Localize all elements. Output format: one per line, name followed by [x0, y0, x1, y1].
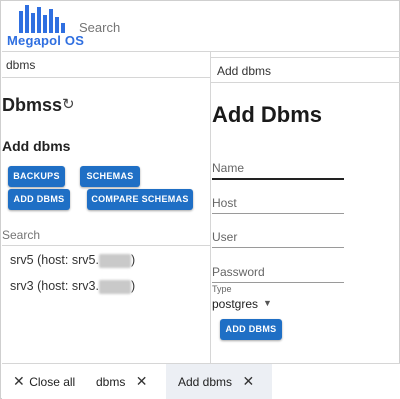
- bottom-tab-add-dbms[interactable]: Add dbms ✕: [178, 373, 254, 391]
- server-host: (host: srv5.: [37, 253, 99, 267]
- refresh-icon[interactable]: ↻: [62, 97, 78, 113]
- close-icon: ✕: [13, 373, 25, 389]
- list-item[interactable]: srv5 (host: srv5.): [10, 253, 135, 268]
- add-dbms-button[interactable]: ADD DBMS: [8, 189, 70, 210]
- close-all-button[interactable]: ✕ Close all: [13, 373, 75, 391]
- name-field[interactable]: Name: [212, 161, 244, 175]
- backups-button[interactable]: BACKUPS: [8, 166, 65, 187]
- type-select[interactable]: postgres: [212, 297, 258, 311]
- right-tab-top-border: [211, 57, 400, 58]
- search-underline: [2, 245, 210, 246]
- right-tab-divider: [211, 82, 400, 83]
- panel-divider: [210, 52, 211, 364]
- host-field[interactable]: Host: [212, 196, 237, 210]
- dbms-search-input[interactable]: [2, 227, 210, 243]
- tab-add-dbms-header[interactable]: Add dbms: [217, 64, 271, 78]
- section-subtitle: Add dbms: [2, 138, 71, 154]
- password-field-underline: [212, 282, 344, 283]
- password-field[interactable]: Password: [212, 265, 265, 279]
- header-divider: [2, 51, 400, 52]
- tab-dbms-header[interactable]: dbms: [6, 58, 35, 72]
- compare-schemas-button[interactable]: COMPARE SCHEMAS: [87, 189, 193, 210]
- page-title: Dbmss: [2, 95, 63, 115]
- brand-name: Megapol OS: [7, 33, 85, 48]
- close-icon[interactable]: ✕: [136, 373, 148, 389]
- user-field-underline: [212, 247, 344, 248]
- redacted-host: [98, 253, 131, 268]
- form-title: Add Dbms: [212, 102, 322, 127]
- close-icon[interactable]: ✕: [242, 373, 254, 389]
- list-item[interactable]: srv3 (host: srv3.): [10, 279, 135, 294]
- bottom-tab-dbms[interactable]: dbms ✕: [96, 373, 148, 391]
- close-all-label: Close all: [29, 375, 76, 389]
- server-name: srv5: [10, 253, 34, 267]
- host-field-underline: [212, 213, 344, 214]
- server-host: (host: srv3.: [37, 279, 99, 293]
- redacted-host: [98, 279, 131, 294]
- schemas-button[interactable]: SCHEMAS: [80, 166, 140, 187]
- app-logo: [19, 5, 67, 33]
- submit-add-dbms-button[interactable]: ADD DBMS: [220, 319, 282, 340]
- chevron-down-icon[interactable]: ▼: [263, 298, 272, 308]
- user-field[interactable]: User: [212, 230, 237, 244]
- name-field-underline: [212, 178, 344, 180]
- server-name: srv3: [10, 279, 34, 293]
- type-label: Type: [212, 284, 232, 294]
- left-tab-divider: [2, 77, 210, 78]
- global-search-input[interactable]: [77, 15, 400, 39]
